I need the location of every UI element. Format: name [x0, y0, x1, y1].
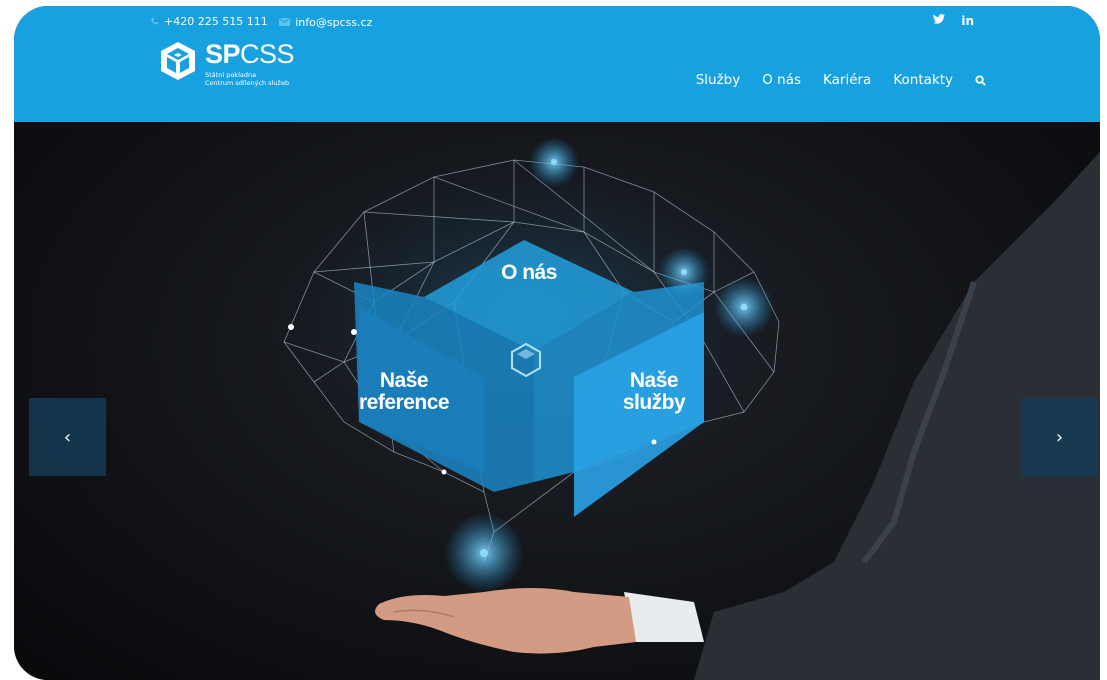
- cube-label-reference[interactable]: Naše reference: [359, 369, 450, 414]
- logo-cube-icon: [161, 42, 195, 80]
- email-text: info@spcss.cz: [295, 15, 373, 29]
- logo-subtitle-1: Státní pokladna: [205, 71, 257, 79]
- slider-next-button[interactable]: ›: [1021, 398, 1098, 476]
- phone-link[interactable]: +420 225 515 111: [150, 15, 268, 28]
- cube-label-sluzby-line1: Naše: [629, 369, 679, 392]
- logo-subtitle-2: Centrum sdílených služeb: [205, 79, 290, 87]
- chevron-right-icon: ›: [1055, 426, 1064, 448]
- cube-label-sluzby-line2: služby: [622, 391, 686, 414]
- envelope-icon: [279, 18, 291, 26]
- cube-label-o-nas-text: O nás: [501, 261, 557, 284]
- phone-icon: [151, 17, 159, 25]
- nav-item-sluzby[interactable]: Služby: [696, 72, 741, 88]
- nav-item-kontakty[interactable]: Kontakty: [893, 72, 953, 88]
- contact-bar: +420 225 515 111 info@spcss.cz: [150, 15, 380, 29]
- search-icon[interactable]: [975, 74, 986, 86]
- cube-label-o-nas[interactable]: O nás: [484, 262, 574, 284]
- nav-item-o-nas[interactable]: O nás: [762, 72, 801, 88]
- site-header: +420 225 515 111 info@spcss.cz in SPCSS: [14, 6, 1100, 122]
- cube-label-sluzby[interactable]: Naše služby: [609, 370, 699, 414]
- social-links: in: [933, 14, 974, 28]
- logo-regular: CSS: [240, 39, 295, 69]
- email-link[interactable]: info@spcss.cz: [279, 16, 372, 29]
- twitter-icon[interactable]: [933, 14, 946, 24]
- cube-label-reference-line1: Naše: [379, 369, 429, 392]
- page-frame: +420 225 515 111 info@spcss.cz in SPCSS: [14, 6, 1100, 680]
- main-nav: Služby O nás Kariéra Kontakty: [696, 72, 986, 88]
- cube-label-reference-line2: reference: [359, 391, 450, 414]
- logo[interactable]: SPCSS Státní pokladna Centrum sdílených …: [157, 39, 295, 87]
- nav-item-kariera[interactable]: Kariéra: [823, 72, 871, 88]
- linkedin-icon[interactable]: in: [961, 14, 974, 28]
- slider-prev-button[interactable]: ‹: [29, 398, 106, 476]
- phone-text: +420 225 515 111: [164, 15, 268, 28]
- hero-slider: O nás Naše reference Naše služby ‹ ›: [14, 122, 1100, 680]
- chevron-left-icon: ‹: [63, 426, 72, 448]
- hero-illustration: [254, 137, 1100, 680]
- logo-bold: SP: [205, 39, 241, 69]
